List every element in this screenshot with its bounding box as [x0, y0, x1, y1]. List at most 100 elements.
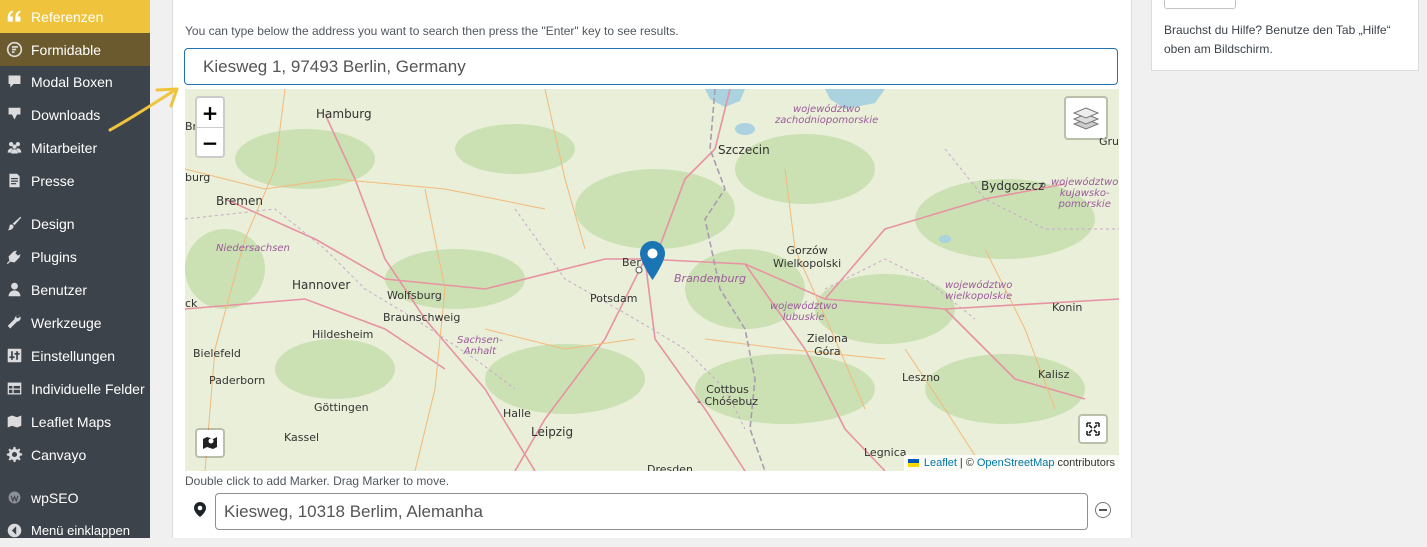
map-region-label: województwo zachodniopomorskie: [775, 104, 879, 126]
map-city-label: Bielefeld: [193, 347, 241, 360]
map-region-label: województwo lubuskie: [770, 301, 838, 323]
sidebar-item-presse[interactable]: Presse: [0, 164, 150, 197]
sidebar-item-label: Design: [31, 215, 75, 232]
address-search-input[interactable]: [184, 48, 1118, 85]
map-icon: [4, 412, 24, 432]
sidebar-item-label: Leaflet Maps: [31, 413, 112, 430]
help-text: Brauchst du Hilfe? Benutze den Tab „Hilf…: [1164, 23, 1391, 56]
groups-icon: [4, 138, 24, 158]
sidebar-item-label: wpSEO: [31, 489, 79, 506]
map-city-label: ck: [185, 297, 198, 310]
map-marker-icon: [203, 437, 217, 449]
attribution-suffix: contributors: [1057, 457, 1115, 469]
map-city-label: Potsdam: [590, 292, 638, 305]
formidable-icon: [4, 40, 24, 60]
download-icon: [4, 105, 24, 125]
quote-icon: [4, 7, 24, 27]
sidebar-item-label: Einstellungen: [31, 347, 116, 364]
map-region-label: Brandenburg: [674, 272, 746, 285]
map-editor-panel: You can type below the address you want …: [172, 0, 1132, 538]
map-city-label: Leszno: [902, 371, 940, 384]
map-pin-icon: [194, 502, 206, 517]
sidebar-item-label: Downloads: [31, 106, 101, 123]
map-city-label: Braunschweig: [383, 311, 461, 324]
sidebar-item-label: Presse: [31, 172, 75, 189]
plugin-icon: [4, 247, 24, 267]
map-city-label: Hildesheim: [312, 328, 374, 341]
map-city-label: Kassel: [284, 431, 320, 444]
double-click-hint: Double click to add Marker. Drag Marker …: [185, 474, 450, 488]
map-city-label: Hamburg: [316, 107, 372, 121]
map-region-label: Niedersachsen: [216, 243, 290, 254]
sidebar-item-wpseo[interactable]: wpSEO: [0, 481, 150, 514]
comment-icon: [4, 72, 24, 92]
leaflet-link[interactable]: Leaflet: [924, 457, 957, 469]
sidebar-item-referenzen[interactable]: Referenzen: [0, 0, 150, 33]
map-marker[interactable]: [640, 241, 665, 285]
map-city-label: Wolfsburg: [387, 289, 442, 302]
settings-icon: [4, 346, 24, 366]
collapse-menu-button[interactable]: Menü einklappen: [0, 514, 150, 547]
help-box: Brauchst du Hilfe? Benutze den Tab „Hilf…: [1151, 0, 1419, 71]
sidebar-item-label: Plugins: [31, 248, 77, 265]
sidebar-item-formidable[interactable]: Formidable: [0, 33, 150, 66]
search-hint: You can type below the address you want …: [185, 24, 679, 38]
map-city-label: Konin: [1052, 301, 1083, 314]
sidebar-item-design[interactable]: Design: [0, 207, 150, 240]
attribution-separator: |: [959, 457, 963, 469]
minus-icon: [1099, 509, 1107, 511]
sidebar-item-einstellungen[interactable]: Einstellungen: [0, 339, 150, 372]
sidebar-item-label: Individuelle Felder: [31, 380, 145, 397]
map-city-label: Legnica: [864, 446, 907, 459]
wrench-icon: [4, 313, 24, 333]
admin-sidebar: Referenzen Formidable Modal Boxen Downlo…: [0, 0, 150, 538]
sidebar-item-label: Menü einklappen: [31, 523, 131, 538]
map-city-label: Dresden: [647, 463, 693, 471]
annotation-arrow-icon: [108, 87, 179, 132]
sidebar-item-plugins[interactable]: Plugins: [0, 240, 150, 273]
sidebar-item-label: Werkzeuge: [31, 314, 102, 331]
help-box-button[interactable]: [1164, 0, 1236, 9]
map-city-label: Paderborn: [209, 374, 266, 387]
map-city-label: Leipzig: [531, 425, 574, 439]
marker-address-input[interactable]: [215, 493, 1088, 530]
sidebar-item-canvayo[interactable]: Canvayo: [0, 438, 150, 471]
fullscreen-button[interactable]: [1078, 414, 1108, 444]
openstreetmap-link[interactable]: OpenStreetMap: [977, 457, 1055, 469]
wpseo-icon: [4, 488, 24, 508]
sidebar-item-label: Modal Boxen: [31, 73, 113, 90]
map-city-label: Zielona Góra: [807, 332, 848, 358]
zoom-out-button[interactable]: −: [197, 128, 223, 157]
map-city-label: Göttingen: [314, 401, 369, 414]
map-region-label: województwo kujawsko-pomorskie: [1051, 177, 1119, 210]
map-attribution: Leaflet | © OpenStreetMap contributors: [903, 455, 1119, 471]
map-pin-icon: [640, 241, 665, 280]
user-icon: [4, 280, 24, 300]
sidebar-item-label: Benutzer: [31, 281, 88, 298]
layers-icon: [1072, 107, 1100, 130]
marker-list-row: [185, 492, 1119, 532]
document-icon: [4, 171, 24, 191]
sidebar-item-benutzer[interactable]: Benutzer: [0, 273, 150, 306]
zoom-in-button[interactable]: +: [197, 98, 223, 128]
map-city-label: Szczecin: [718, 143, 770, 157]
layers-control-button[interactable]: [1064, 96, 1108, 140]
sidebar-item-leaflet-maps[interactable]: Leaflet Maps: [0, 405, 150, 438]
map-city-label: Kalisz: [1038, 368, 1070, 381]
sidebar-item-werkzeuge[interactable]: Werkzeuge: [0, 306, 150, 339]
remove-marker-button[interactable]: [1095, 502, 1111, 518]
map-city-label: Gorzów Wielkopolski: [773, 244, 842, 270]
sidebar-item-label: Canvayo: [31, 446, 87, 463]
map-city-label: Bydgoszcz: [981, 179, 1045, 193]
ukraine-flag-icon: [907, 459, 919, 467]
map-city-label: Halle: [503, 407, 531, 420]
leaflet-map[interactable]: województwo zachodniopomorskie województw…: [185, 89, 1119, 471]
map-region-label: województwo wielkopolskie: [945, 280, 1013, 302]
map-locate-button[interactable]: [195, 428, 225, 458]
zoom-control: + −: [195, 96, 225, 158]
map-city-label: Hannover: [292, 278, 351, 292]
map-city-label: Ber: [622, 256, 641, 269]
sidebar-item-label: Referenzen: [31, 8, 104, 25]
sidebar-item-individuelle-felder[interactable]: Individuelle Felder: [0, 372, 150, 405]
sidebar-item-label: Formidable: [31, 41, 102, 58]
